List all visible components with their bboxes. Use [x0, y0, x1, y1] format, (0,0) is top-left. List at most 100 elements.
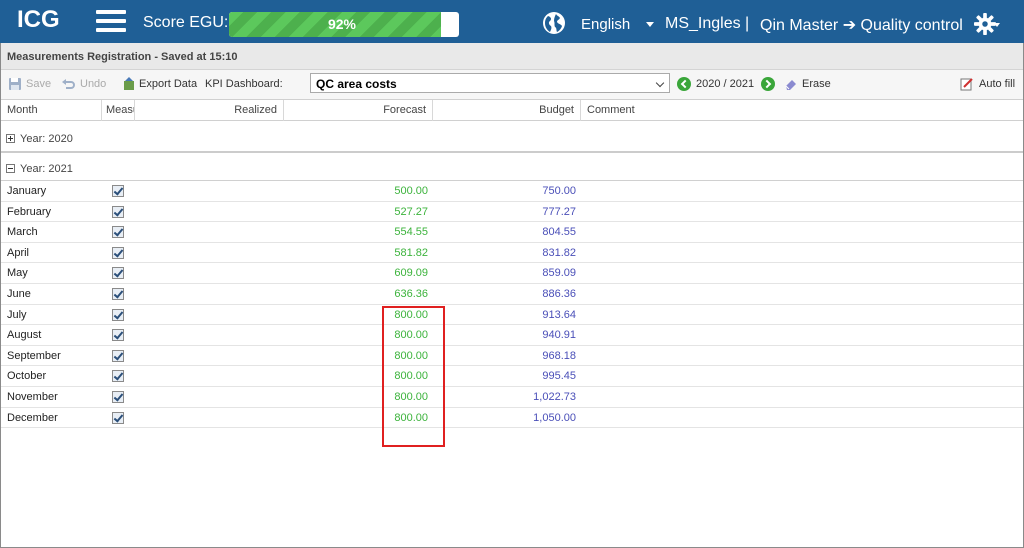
table-row[interactable]: October 800.00 995.45 — [1, 366, 1023, 387]
app-logo: ICG — [17, 6, 60, 33]
budget-cell[interactable]: 1,022.73 — [533, 391, 576, 403]
kpi-dashboard-label: KPI Dashboard: — [205, 78, 283, 90]
measured-checkbox[interactable] — [112, 391, 124, 403]
measured-checkbox[interactable] — [112, 288, 124, 300]
table-row[interactable]: December 800.00 1,050.00 — [1, 408, 1023, 429]
table-row[interactable]: May 609.09 859.09 — [1, 263, 1023, 284]
chevron-down-icon[interactable] — [653, 74, 669, 92]
table-row[interactable]: February 527.27 777.27 — [1, 202, 1023, 223]
globe-icon[interactable] — [542, 11, 566, 35]
forecast-cell[interactable]: 581.82 — [394, 247, 428, 259]
table-row[interactable]: January 500.00 750.00 — [1, 181, 1023, 202]
page-titlebar: Measurements Registration - Saved at 15:… — [1, 43, 1023, 70]
score-label: Score EGU: — [143, 14, 229, 31]
app-header: ICG Score EGU: 92% English MS_Ingles | Q… — [0, 0, 1024, 43]
month-cell: September — [7, 349, 61, 362]
forecast-cell[interactable]: 500.00 — [394, 185, 428, 197]
month-cell: January — [7, 185, 47, 197]
gear-icon[interactable] — [974, 13, 996, 35]
undo-button[interactable]: Undo — [80, 78, 106, 90]
language-selector[interactable]: English — [581, 16, 630, 33]
forecast-cell[interactable]: 800.00 — [394, 329, 428, 341]
erase-button[interactable]: Erase — [802, 78, 831, 90]
column-header-budget[interactable]: Budget — [433, 100, 581, 121]
toolbar: Save Undo Export Data KPI Dashboard: QC … — [1, 70, 1023, 99]
score-value: 92% — [327, 16, 357, 32]
forecast-cell[interactable]: 636.36 — [394, 288, 428, 300]
column-header-realized[interactable]: Realized — [135, 100, 284, 121]
forecast-cell[interactable]: 800.00 — [394, 391, 428, 403]
column-header-comment[interactable]: Comment — [581, 100, 1023, 121]
chevron-down-icon[interactable] — [994, 23, 1000, 27]
table-row[interactable]: March 554.55 804.55 — [1, 222, 1023, 243]
export-data-button[interactable]: Export Data — [139, 78, 197, 90]
table-row[interactable]: September 800.00 968.18 — [1, 346, 1023, 367]
measured-checkbox[interactable] — [112, 246, 124, 259]
measured-checkbox[interactable] — [112, 370, 124, 383]
forecast-cell[interactable]: 554.55 — [394, 226, 428, 238]
month-cell: February — [7, 205, 52, 218]
page-title: Measurements Registration - Saved at 15:… — [7, 51, 238, 63]
measured-checkbox[interactable] — [112, 205, 124, 218]
measured-checkbox[interactable] — [112, 226, 124, 239]
menu-icon[interactable] — [96, 10, 126, 34]
table-row[interactable]: June 636.36 886.36 — [1, 284, 1023, 305]
column-header-measured[interactable]: Measu — [102, 100, 135, 121]
kpi-dashboard-value: QC area costs — [316, 77, 397, 91]
forecast-cell[interactable]: 609.09 — [394, 267, 428, 279]
measured-checkbox[interactable] — [112, 329, 124, 342]
next-period-icon[interactable] — [761, 77, 775, 91]
group-row-2020[interactable]: Year: 2020 — [1, 123, 1023, 153]
month-cell: October — [7, 370, 47, 383]
budget-cell[interactable]: 1,050.00 — [533, 412, 576, 424]
save-icon — [9, 78, 21, 90]
forecast-cell[interactable]: 800.00 — [394, 370, 428, 382]
measured-checkbox[interactable] — [112, 411, 124, 424]
budget-cell[interactable]: 913.64 — [542, 309, 576, 321]
budget-cell[interactable]: 750.00 — [542, 185, 576, 197]
budget-cell[interactable]: 777.27 — [542, 206, 576, 218]
group-label: Year: 2020 — [20, 133, 73, 145]
grid-header: Month Measu Realized Forecast Budget Com… — [1, 99, 1023, 121]
table-row[interactable]: July 800.00 913.64 — [1, 305, 1023, 326]
budget-cell[interactable]: 859.09 — [542, 267, 576, 279]
collapse-icon[interactable] — [6, 164, 15, 173]
column-header-forecast[interactable]: Forecast — [284, 100, 433, 121]
group-row-2021[interactable]: Year: 2021 — [1, 153, 1023, 181]
table-row[interactable]: April 581.82 831.82 — [1, 243, 1023, 264]
expand-icon[interactable] — [6, 134, 15, 143]
measured-checkbox[interactable] — [112, 349, 124, 362]
group-label: Year: 2021 — [20, 163, 73, 175]
month-cell: November — [7, 391, 58, 403]
month-cell: December — [7, 411, 58, 424]
measured-checkbox[interactable] — [112, 185, 124, 197]
forecast-cell[interactable]: 800.00 — [394, 309, 428, 321]
budget-cell[interactable]: 995.45 — [542, 370, 576, 382]
forecast-cell[interactable]: 800.00 — [394, 350, 428, 362]
auto-fill-button[interactable]: Auto fill — [979, 78, 1015, 90]
column-header-month[interactable]: Month — [1, 100, 102, 121]
undo-icon — [62, 79, 75, 89]
month-cell: April — [7, 246, 30, 259]
kpi-dashboard-select[interactable]: QC area costs — [310, 73, 670, 93]
forecast-cell[interactable]: 800.00 — [394, 412, 428, 424]
period-label: 2020 / 2021 — [696, 78, 755, 90]
budget-cell[interactable]: 831.82 — [542, 247, 576, 259]
budget-cell[interactable]: 940.91 — [542, 329, 576, 341]
measured-checkbox[interactable] — [112, 267, 124, 280]
month-cell: July — [7, 308, 27, 321]
measured-checkbox[interactable] — [112, 308, 124, 321]
chevron-down-icon[interactable] — [646, 22, 654, 27]
module-breadcrumb[interactable]: Qin Master ➔ Quality control — [760, 15, 963, 35]
previous-period-icon[interactable] — [677, 77, 691, 91]
budget-cell[interactable]: 804.55 — [542, 226, 576, 238]
user-name[interactable]: MS_Ingles — [665, 15, 741, 33]
save-button[interactable]: Save — [26, 78, 51, 90]
table-row[interactable]: November 800.00 1,022.73 — [1, 387, 1023, 408]
budget-cell[interactable]: 886.36 — [542, 288, 576, 300]
forecast-cell[interactable]: 527.27 — [394, 206, 428, 218]
table-row[interactable]: August 800.00 940.91 — [1, 325, 1023, 346]
budget-cell[interactable]: 968.18 — [542, 350, 576, 362]
month-cell: August — [7, 329, 42, 342]
auto-fill-icon — [960, 78, 973, 91]
